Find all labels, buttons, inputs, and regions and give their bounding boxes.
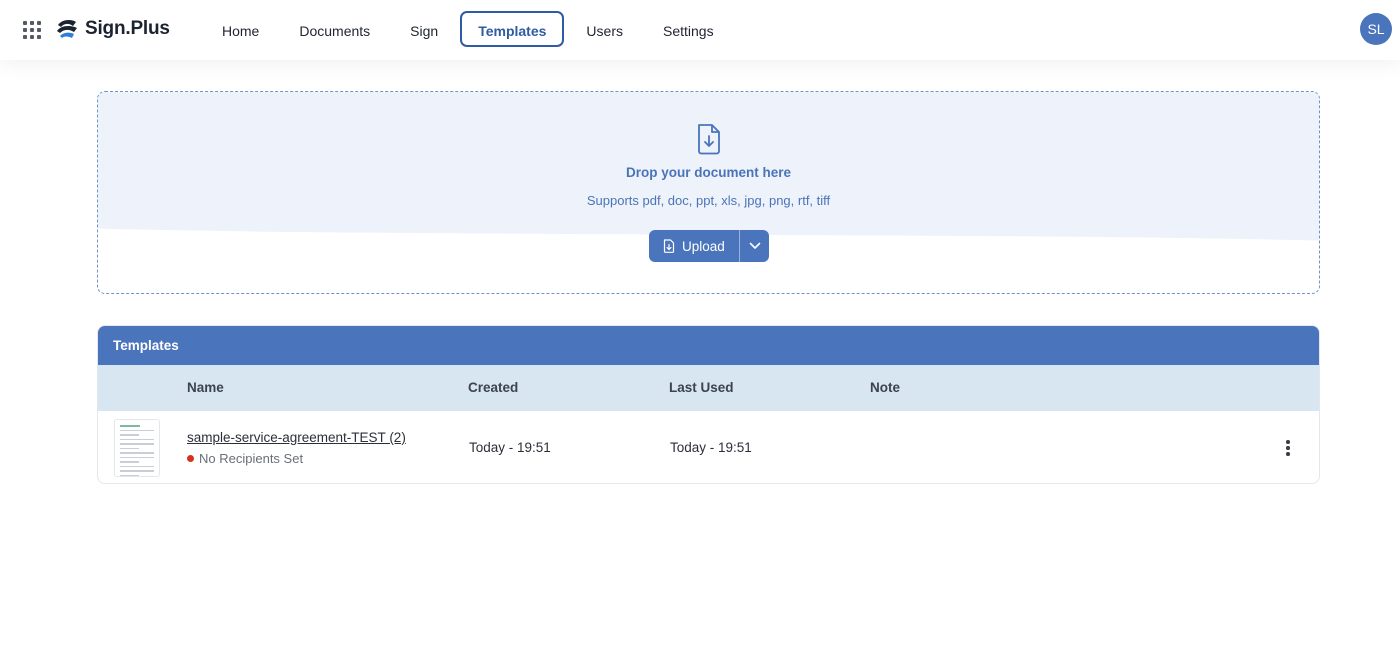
upload-button-label: Upload — [682, 238, 725, 254]
top-navigation-bar: Sign.Plus Home Documents Sign Templates … — [0, 0, 1400, 60]
upload-options-dropdown[interactable] — [739, 230, 769, 262]
upload-button[interactable]: Upload — [649, 230, 739, 262]
template-name-link[interactable]: sample-service-agreement-TEST (2) — [187, 430, 406, 445]
document-thumbnail[interactable] — [114, 419, 160, 477]
more-options-icon[interactable] — [1278, 438, 1298, 458]
dropzone-supported-formats: Supports pdf, doc, ppt, xls, jpg, png, r… — [586, 193, 831, 208]
table-row[interactable]: sample-service-agreement-TEST (2) No Rec… — [98, 411, 1319, 483]
nav-settings[interactable]: Settings — [643, 11, 734, 47]
upload-button-group: Upload — [649, 230, 769, 262]
dropzone-title: Drop your document here — [625, 165, 792, 180]
templates-column-headers: Name Created Last Used Note — [98, 365, 1319, 411]
template-status: No Recipients Set — [187, 451, 303, 466]
template-created: Today - 19:51 — [469, 440, 551, 455]
user-avatar[interactable]: SL — [1360, 13, 1392, 45]
column-header-note[interactable]: Note — [870, 365, 900, 411]
file-download-icon — [698, 124, 720, 155]
status-dot-icon — [187, 455, 194, 462]
nav-users[interactable]: Users — [566, 11, 643, 47]
apps-grid-icon[interactable] — [23, 21, 41, 39]
chevron-down-icon — [749, 242, 760, 249]
templates-table-title: Templates — [98, 326, 1319, 365]
template-last-used: Today - 19:51 — [670, 440, 752, 455]
column-header-name[interactable]: Name — [187, 365, 224, 411]
column-header-last-used[interactable]: Last Used — [669, 365, 734, 411]
column-header-created[interactable]: Created — [468, 365, 518, 411]
nav-home[interactable]: Home — [202, 11, 279, 47]
logo-mark-icon — [57, 20, 77, 38]
document-dropzone[interactable]: Drop your document here Supports pdf, do… — [97, 91, 1320, 294]
template-status-text: No Recipients Set — [199, 451, 304, 466]
main-nav: Home Documents Sign Templates Users Sett… — [202, 11, 734, 47]
logo[interactable]: Sign.Plus — [55, 16, 170, 42]
logo-text: Sign.Plus — [85, 18, 170, 39]
nav-sign[interactable]: Sign — [390, 11, 458, 47]
templates-table: Templates Name Created Last Used Note sa… — [97, 325, 1320, 484]
upload-file-icon — [663, 239, 675, 253]
nav-templates[interactable]: Templates — [460, 11, 565, 47]
nav-documents[interactable]: Documents — [279, 11, 390, 47]
